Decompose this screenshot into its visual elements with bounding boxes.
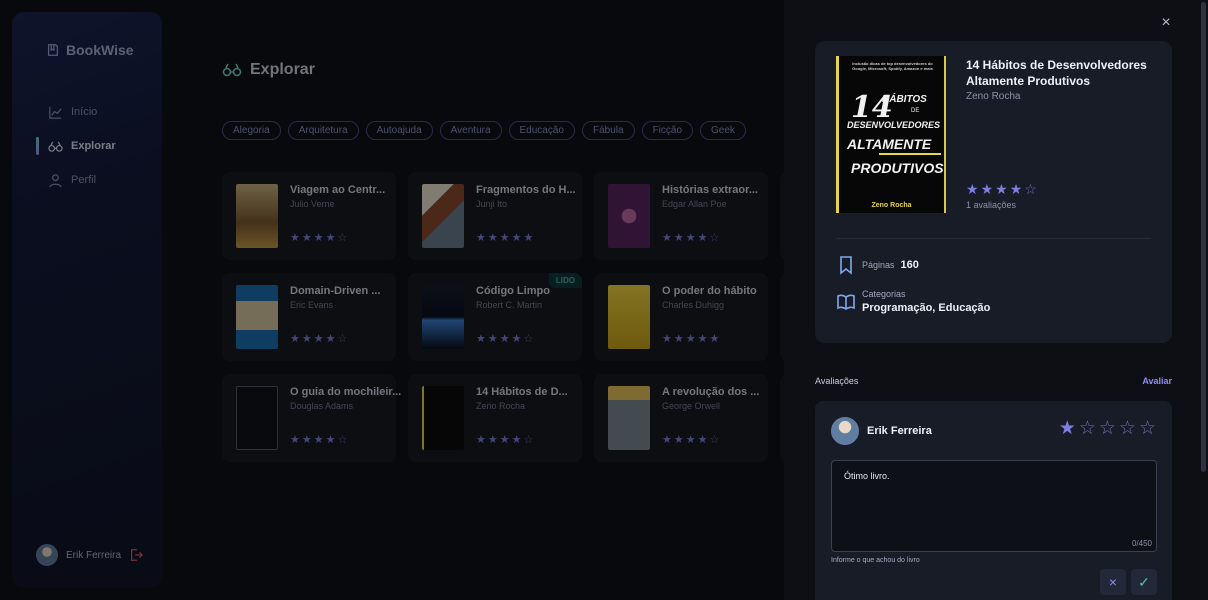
cover-text: PRODUTIVOS <box>851 160 944 176</box>
rate-link[interactable]: Avaliar <box>1142 376 1172 386</box>
cover-text: HÁBITOS <box>882 94 927 105</box>
star-empty-icon[interactable]: ☆ <box>1079 419 1096 438</box>
pages-value: 160 <box>900 259 919 271</box>
bookmark-icon <box>840 256 852 275</box>
star-filled-icon: ★ <box>966 181 979 197</box>
cover-underline <box>879 153 941 155</box>
review-textarea[interactable]: Ótimo livro. <box>831 460 1157 552</box>
review-user-name: Erik Ferreira <box>867 425 932 437</box>
star-empty-icon[interactable]: ☆ <box>1139 419 1156 438</box>
book-title: 14 Hábitos de Desenvolvedores Altamente … <box>966 58 1147 88</box>
cover-text: DE <box>911 108 920 114</box>
categories-value: Programação, Educação <box>862 302 991 314</box>
cover-author: Zeno Rocha <box>871 202 912 209</box>
book-cover: Inclusão dicas de top desenvolvedores do… <box>836 56 946 213</box>
categories-info: Categorias Programação, Educação <box>836 289 990 314</box>
modal-backdrop[interactable] <box>0 0 784 600</box>
rating-stars: ★ ★ ★ ★ ☆ <box>966 182 1037 196</box>
confirm-button[interactable]: ✓ <box>1131 569 1157 595</box>
star-empty-icon: ☆ <box>1024 181 1037 197</box>
book-details-card: Inclusão dicas de top desenvolvedores do… <box>815 41 1172 343</box>
cover-tagline: Inclusão dicas de top desenvolvedores do… <box>852 61 933 71</box>
scrollbar[interactable] <box>1201 2 1206 472</box>
cancel-button[interactable]: × <box>1100 569 1126 595</box>
book-author: Zeno Rocha <box>966 91 1021 102</box>
star-empty-icon[interactable]: ☆ <box>1119 419 1136 438</box>
pages-info: Páginas 160 <box>836 255 919 275</box>
ratings-count: 1 avaliações <box>966 200 1017 210</box>
check-icon: ✓ <box>1138 573 1150 590</box>
char-counter: 0/450 <box>1131 539 1152 548</box>
book-details-drawer: × Inclusão dicas de top desenvolvedores … <box>784 0 1208 600</box>
star-filled-icon: ★ <box>995 181 1008 197</box>
reviews-label: Avaliações <box>815 376 859 386</box>
star-filled-icon: ★ <box>980 181 994 197</box>
review-hint: Informe o que achou do livro <box>831 557 920 564</box>
avatar <box>831 417 859 445</box>
star-filled-icon: ★ <box>1009 181 1023 197</box>
cover-text: DESENVOLVEDORES <box>847 120 941 130</box>
categories-label: Categorias <box>862 289 906 299</box>
close-icon: × <box>1108 574 1118 590</box>
pages-label: Páginas <box>862 260 895 270</box>
open-book-icon <box>837 294 855 310</box>
rating-input: ★ ☆ ☆ ☆ ☆ <box>1059 419 1156 438</box>
divider <box>836 238 1151 239</box>
review-user: Erik Ferreira <box>831 417 932 445</box>
close-button[interactable]: × <box>1158 14 1174 31</box>
reviews-header: Avaliações Avaliar <box>815 376 1172 386</box>
cover-text: ALTAMENTE <box>847 136 932 152</box>
star-empty-icon[interactable]: ☆ <box>1099 419 1116 438</box>
review-form: Erik Ferreira ★ ☆ ☆ ☆ ☆ Ótimo livro. 0/450 I… <box>815 401 1172 600</box>
star-filled-icon[interactable]: ★ <box>1059 419 1076 438</box>
